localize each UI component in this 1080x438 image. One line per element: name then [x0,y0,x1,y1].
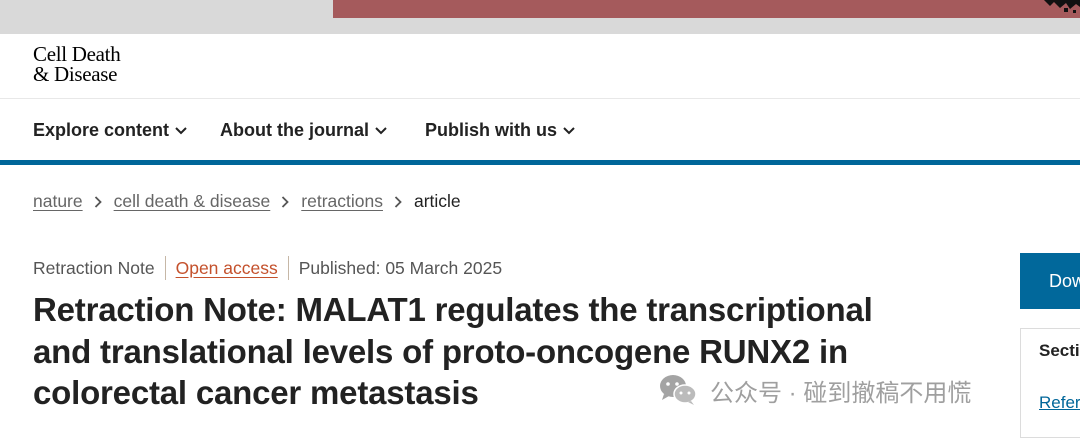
breadcrumb: nature cell death & disease retractions … [33,191,461,212]
sections-heading: Secti [1039,341,1080,360]
watermark-text: 公众号 · 碰到撤稿不用慌 [710,379,972,407]
nav-about-the-journal[interactable]: About the journal [220,120,387,141]
nav-label: About the journal [220,120,369,140]
article-type: Retraction Note [33,257,155,278]
article-meta: Retraction Note Open access Published: 0… [33,256,502,280]
chevron-right-icon [94,195,102,208]
nav-publish-with-us[interactable]: Publish with us [425,120,575,141]
ad-strip [0,0,1080,34]
breadcrumb-current: article [413,191,461,211]
journal-logo[interactable]: Cell Death & Disease [33,42,121,86]
nav-label: Explore content [33,120,170,140]
published-date: Published: 05 March 2025 [298,257,503,278]
wechat-icon [660,375,697,405]
breadcrumb-link-retractions[interactable]: retractions [301,191,383,212]
chevron-down-icon [175,127,187,135]
logo-line-2: & Disease [33,62,118,86]
references-link[interactable]: Refer [1039,393,1080,413]
meta-divider [287,256,289,280]
chevron-down-icon [563,127,575,135]
ad-banner[interactable] [333,0,1080,18]
chevron-right-icon [394,195,402,208]
nav-accent-rule [0,160,1080,165]
nav-explore-content[interactable]: Explore content [33,120,187,141]
site-header: Cell Death & Disease [0,34,1080,99]
sections-panel: Secti Refer [1020,328,1080,438]
open-access-link[interactable]: Open access [176,258,278,279]
breadcrumb-link-journal[interactable]: cell death & disease [114,191,271,212]
meta-divider [164,256,166,280]
nav-label: Publish with us [425,120,558,140]
download-pdf-button[interactable]: Dow [1020,253,1080,309]
breadcrumb-link-nature[interactable]: nature [33,191,83,212]
chevron-down-icon [375,127,387,135]
chevron-right-icon [282,195,290,208]
ad-pattern-icon [1044,0,1080,13]
main-nav: Explore content About the journal Publis… [0,98,1080,160]
watermark: 公众号 · 碰到撤稿不用慌 [658,372,971,408]
logo-line-1: Cell Death [33,42,121,66]
